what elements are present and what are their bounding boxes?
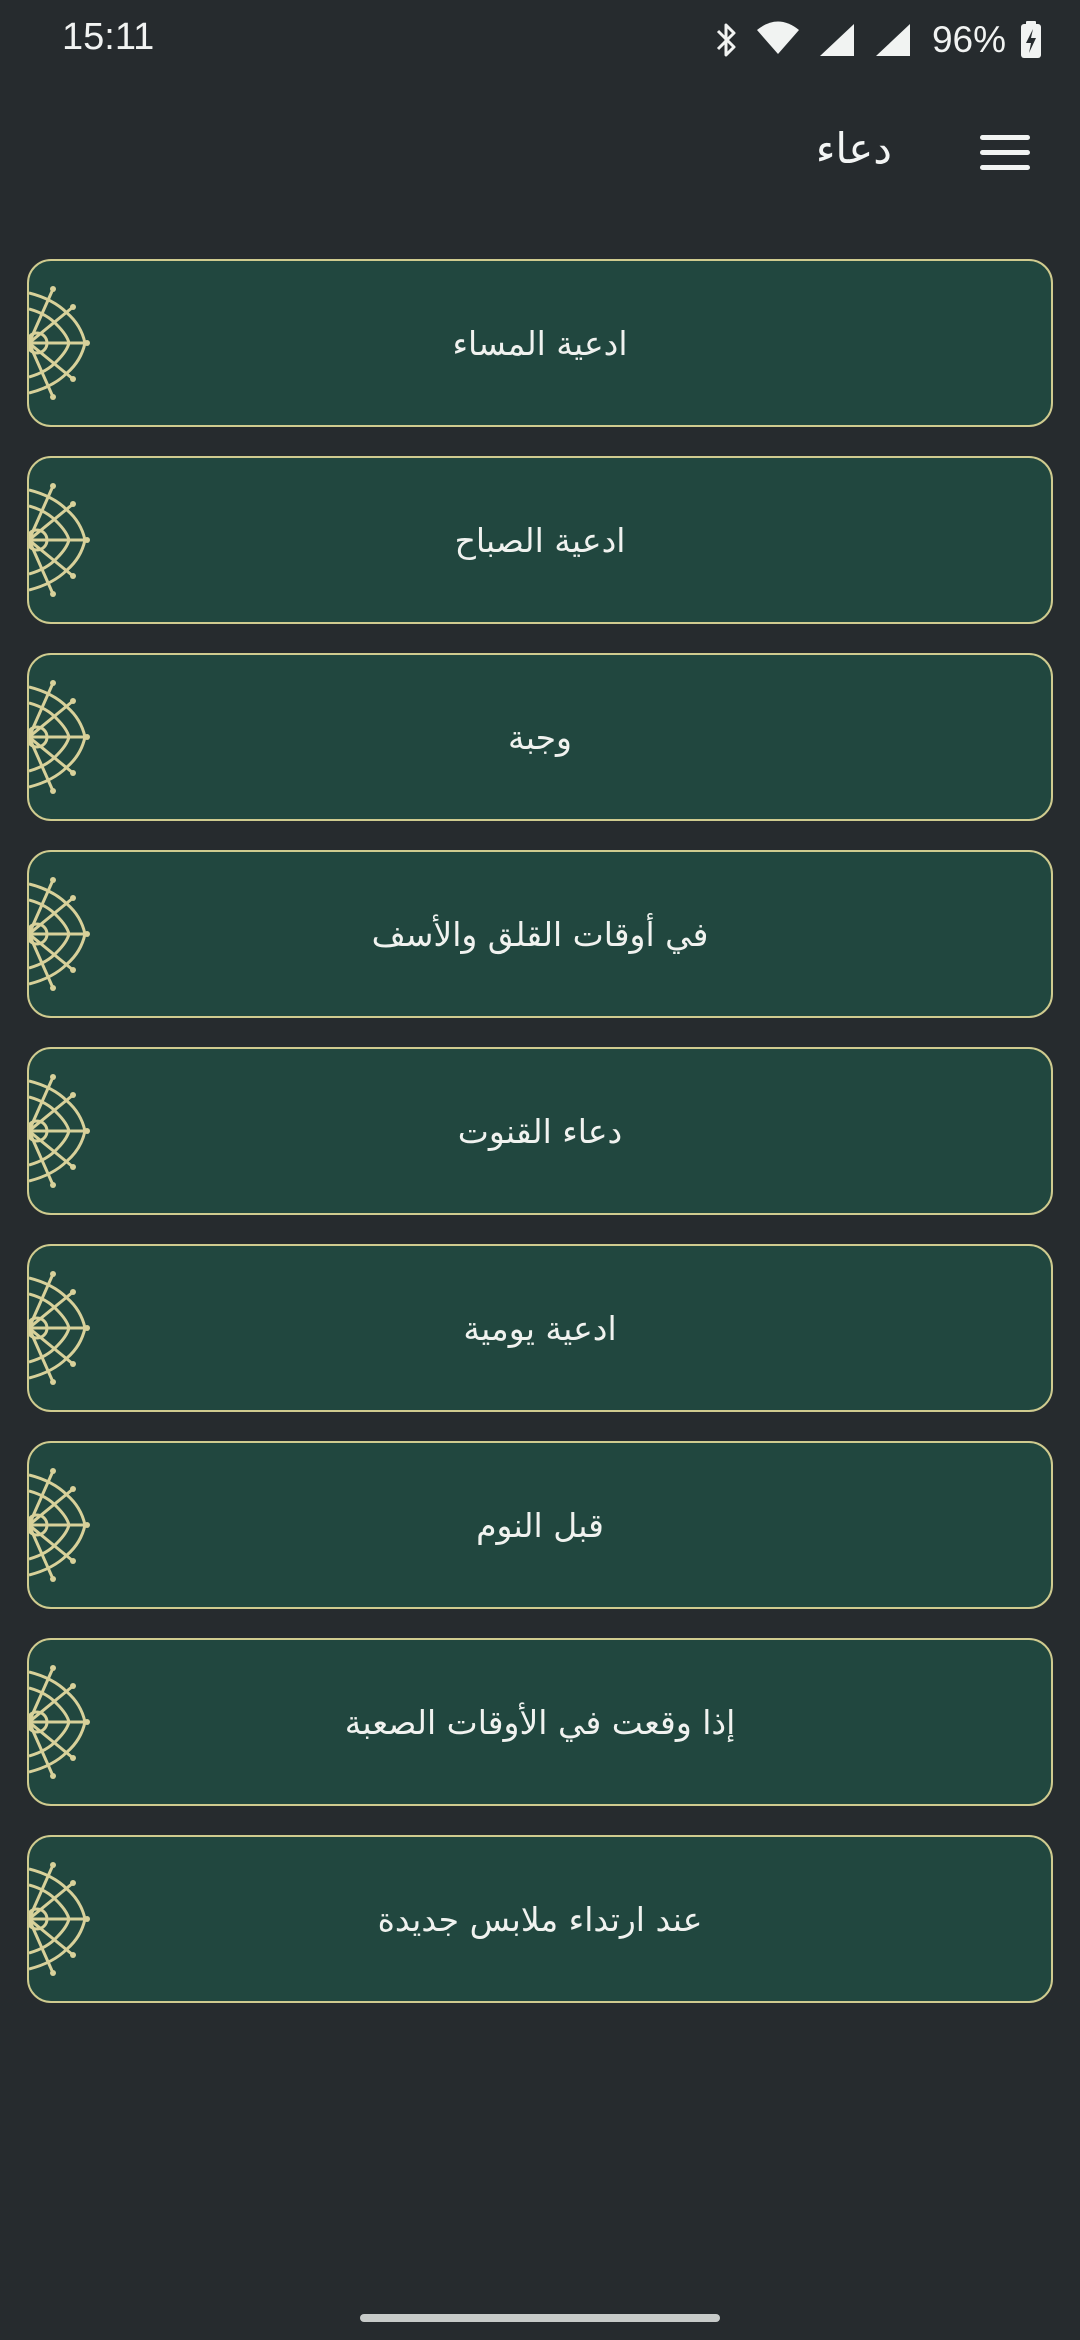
menu-button[interactable] [978, 131, 1032, 175]
list-item[interactable]: عند ارتداء ملابس جديدة [27, 1835, 1053, 2003]
bluetooth-icon [716, 23, 736, 57]
home-indicator[interactable] [360, 2314, 720, 2322]
battery-percent: 96% [931, 19, 1006, 60]
status-bar: 15:11 96% [0, 0, 1080, 80]
list-item-label: في أوقات القلق والأسف [371, 914, 709, 954]
hamburger-menu-icon [980, 150, 1030, 155]
signal-icon [875, 24, 910, 56]
list-item-label: دعاء القنوت [457, 1111, 623, 1151]
list-item-label: ادعية الصباح [454, 520, 626, 560]
status-time: 15:11 [62, 16, 155, 58]
list-item[interactable]: وجبة [27, 653, 1053, 821]
app-bar: دعاء [0, 100, 1080, 210]
hamburger-menu-icon [980, 135, 1030, 140]
status-icons: 96% [712, 18, 1042, 62]
dua-list: ادعية المساء ادعية الصباح وجبة في أوقات … [27, 259, 1053, 2032]
list-item-label: عند ارتداء ملابس جديدة [377, 1899, 703, 1939]
list-item-label: ادعية يومية [463, 1308, 617, 1348]
hamburger-menu-icon [980, 165, 1030, 170]
list-item-label: إذا وقعت في الأوقات الصعبة [344, 1702, 736, 1742]
wifi-icon [756, 21, 799, 54]
list-item[interactable]: قبل النوم [27, 1441, 1053, 1609]
list-item[interactable]: إذا وقعت في الأوقات الصعبة [27, 1638, 1053, 1806]
list-item-label: وجبة [508, 717, 572, 757]
page-title: دعاء [815, 124, 892, 173]
list-item[interactable]: في أوقات القلق والأسف [27, 850, 1053, 1018]
signal-icon [819, 24, 854, 56]
list-item[interactable]: ادعية يومية [27, 1244, 1053, 1412]
battery-charging-icon [1021, 21, 1041, 58]
list-item[interactable]: دعاء القنوت [27, 1047, 1053, 1215]
list-item[interactable]: ادعية المساء [27, 259, 1053, 427]
list-item-label: ادعية المساء [452, 323, 628, 363]
list-item[interactable]: ادعية الصباح [27, 456, 1053, 624]
list-item-label: قبل النوم [476, 1505, 604, 1545]
